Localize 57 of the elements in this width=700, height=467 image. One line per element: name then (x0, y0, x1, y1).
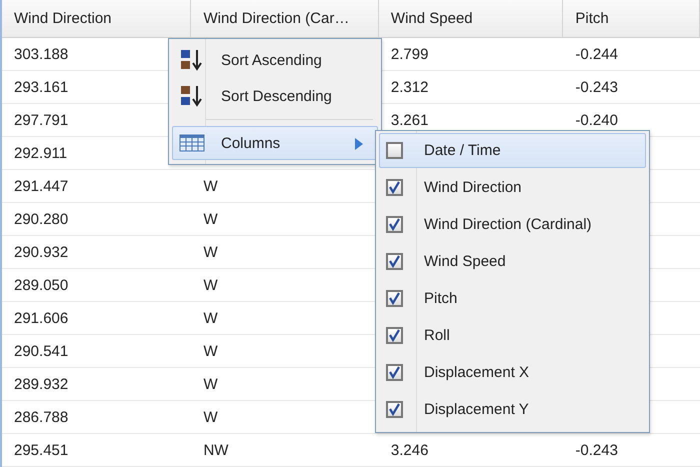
sort-ascending-icon (179, 48, 203, 72)
menu-item[interactable]: Displacement Y (379, 392, 646, 427)
table-cell: W (203, 276, 218, 294)
table-cell: W (203, 342, 218, 360)
menu-item[interactable]: Displacement X (379, 355, 646, 390)
menu-item[interactable]: Roll (379, 318, 646, 353)
columns-icon (179, 133, 205, 153)
table-cell: W (203, 310, 218, 326)
table-cell: 291.447 (14, 178, 68, 194)
table-cell: -0.240 (575, 112, 618, 128)
table-cell: 3.246 (390, 442, 428, 458)
table-cell: 291.606 (14, 310, 68, 326)
table-cell: -0.244 (575, 46, 618, 62)
table-cell: W (203, 178, 218, 194)
table-cell: W (203, 376, 218, 392)
table-cell: 293.161 (14, 78, 68, 96)
table-cell: W (203, 408, 218, 426)
table-cell: 289.050 (14, 276, 68, 294)
table-cell: 292.911 (14, 144, 68, 162)
menu-item[interactable]: Wind Direction (Cardinal) (379, 207, 646, 242)
table-cell: -0.243 (575, 442, 618, 458)
table-cell: 2.799 (390, 46, 428, 62)
table-cell: 289.932 (14, 376, 68, 392)
menu-item[interactable]: Wind Direction (379, 170, 646, 205)
menu-item[interactable]: Columns (172, 126, 378, 160)
checkbox[interactable] (386, 142, 403, 159)
table-cell: 3.261 (390, 112, 428, 128)
checkbox[interactable] (386, 401, 403, 418)
table-cell: W (203, 244, 218, 260)
table-cell: 286.788 (14, 408, 68, 426)
column-header[interactable]: Pitch (563, 0, 700, 37)
column-header[interactable]: Wind Direction (Car… (191, 0, 379, 37)
menu-item[interactable]: Pitch (379, 281, 646, 316)
table-cell: 303.188 (14, 46, 68, 62)
checkbox[interactable] (386, 364, 403, 381)
sort-descending-icon (179, 84, 203, 108)
checkbox[interactable] (386, 290, 403, 307)
table-cell: W (203, 210, 218, 228)
table-cell: 295.451 (14, 442, 68, 458)
table-cell: -0.243 (575, 78, 618, 96)
table-cell: 290.932 (14, 244, 68, 260)
table-cell: NW (203, 442, 228, 458)
column-header[interactable]: Wind Direction (2, 0, 192, 37)
table-cell: 2.312 (390, 78, 428, 96)
checkbox[interactable] (386, 253, 403, 270)
menu-item[interactable]: Date / Time (379, 133, 646, 168)
table-cell: 290.541 (14, 342, 68, 360)
table-cell: 297.791 (14, 112, 68, 128)
submenu-arrow-icon (355, 138, 363, 150)
menu-item[interactable]: Sort Descending (172, 79, 378, 113)
checkbox[interactable] (386, 179, 403, 196)
menu-item[interactable]: Wind Speed (379, 244, 646, 279)
checkbox[interactable] (386, 327, 403, 344)
menu-item[interactable]: Sort Ascending (172, 43, 378, 77)
table-cell: 290.280 (14, 210, 68, 228)
checkbox[interactable] (386, 216, 403, 233)
column-header[interactable]: Wind Speed (378, 0, 564, 37)
